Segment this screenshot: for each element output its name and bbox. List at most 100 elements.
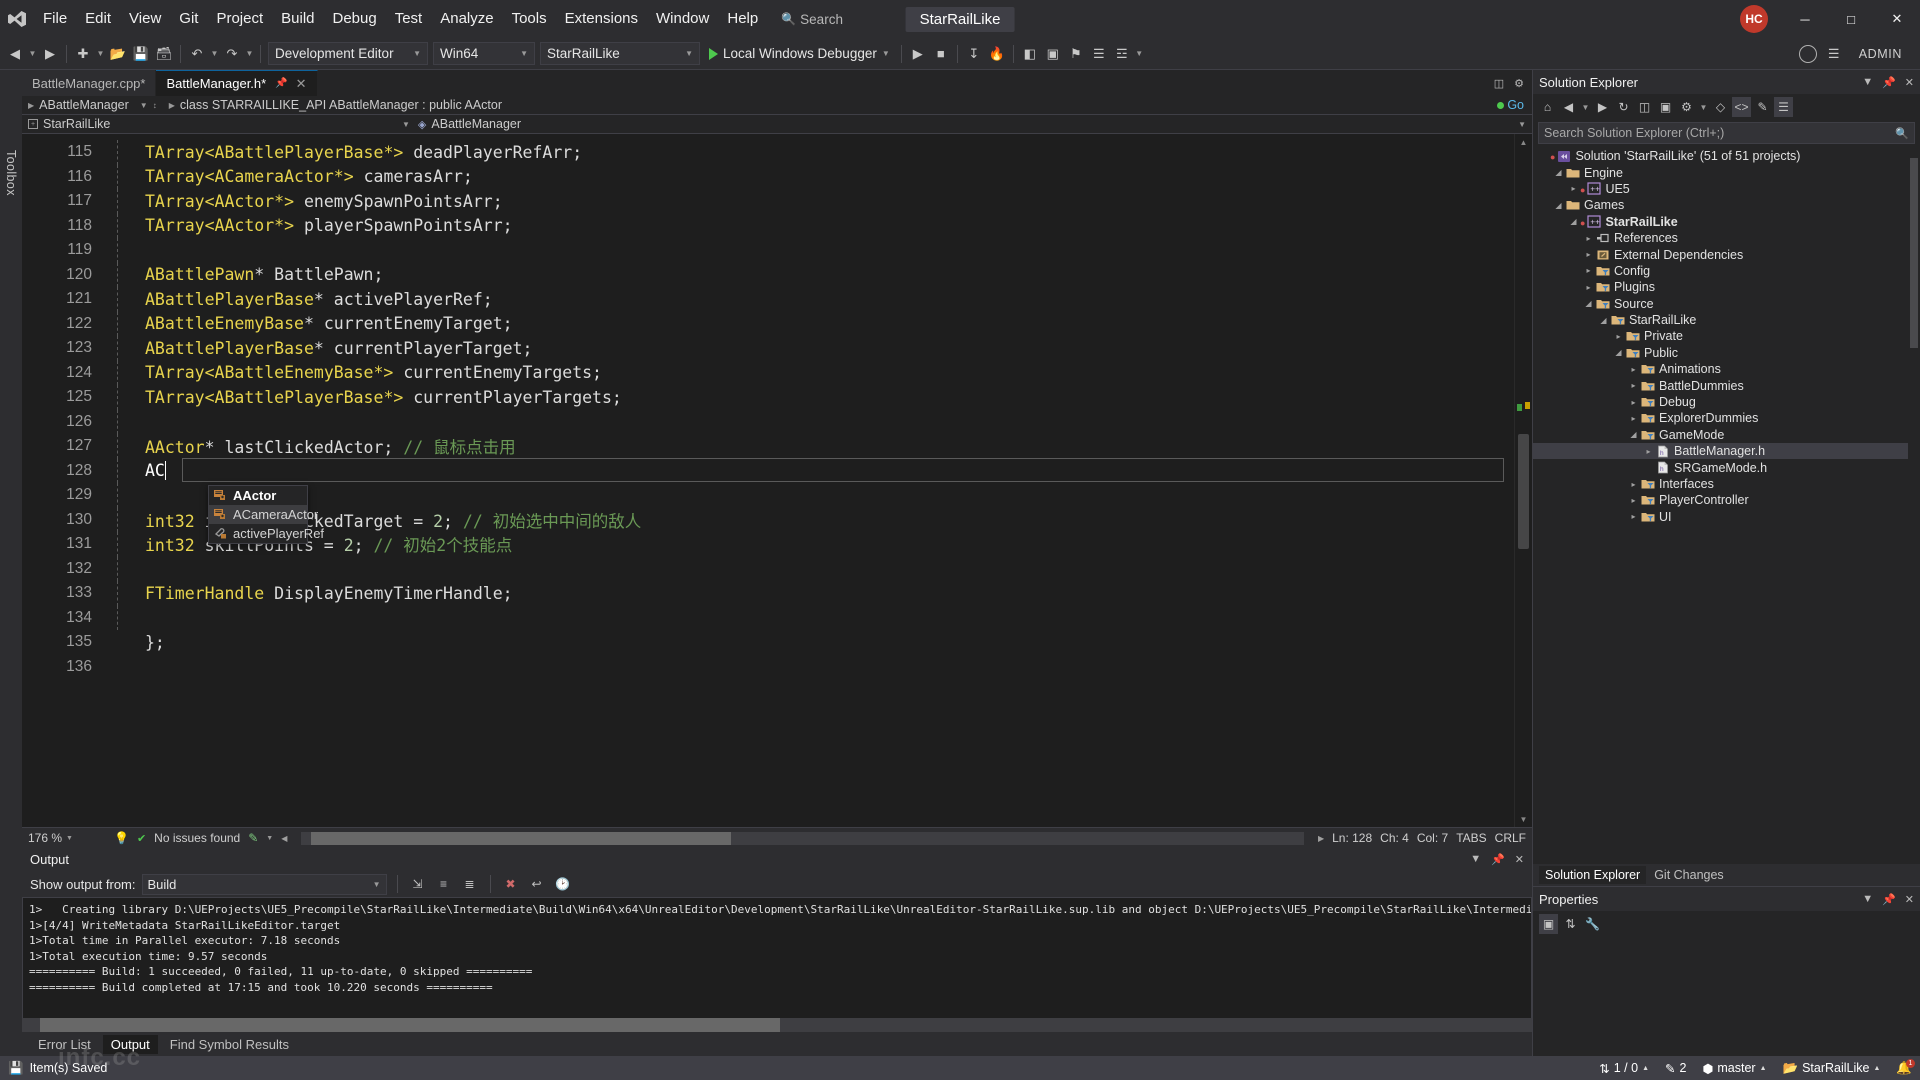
solution-platform-dropdown[interactable]: Win64 ▼ [433,42,535,65]
menu-file[interactable]: File [34,0,76,38]
menu-debug[interactable]: Debug [324,0,386,38]
feedback-icon[interactable] [1798,44,1817,63]
expanded-arrow-icon[interactable]: ◢ [1627,430,1640,439]
maximize-button[interactable]: □ [1828,0,1874,38]
chevron-down-icon[interactable]: ▼ [1862,76,1873,89]
chevron-down-icon[interactable]: ▼ [402,120,410,129]
menu-git[interactable]: Git [170,0,207,38]
zoom-level-dropdown[interactable]: 176 % ▼ [28,831,106,845]
solution-tree-item[interactable]: ◢ Public [1533,345,1920,361]
pin-icon[interactable]: 📌 [1882,893,1896,906]
solution-tree-item[interactable]: ▸ Private [1533,328,1920,344]
nav-symbol-right[interactable]: ▶ class STARRAILLIKE_API ABattleManager … [163,98,1498,112]
search-solution-explorer-input[interactable]: Search Solution Explorer (Ctrl+;) 🔍 [1538,122,1915,144]
solution-tree-item[interactable]: ▸ External Dependencies [1533,246,1920,262]
solution-explorer-vscrollbar[interactable] [1908,148,1920,864]
uncomment-icon[interactable]: ☲ [1111,42,1133,66]
solution-vscrollbar-thumb[interactable] [1910,158,1918,348]
save-icon[interactable]: 💾 [130,42,152,66]
save-all-icon[interactable]: 🗃 [153,42,175,66]
open-file-icon[interactable]: 📂 [107,42,129,66]
tab-output[interactable]: Output [102,1034,158,1054]
menu-extensions[interactable]: Extensions [556,0,647,38]
close-icon[interactable]: ✕ [1905,893,1914,906]
branch-selector[interactable]: ⬢ master ▲ [1702,1061,1766,1076]
go-button[interactable]: Go [1497,98,1532,112]
filter-icon[interactable]: ☰ [1774,97,1793,117]
nav-symbol-left[interactable]: ▶ ABattleManager ▼ ↕ [22,98,163,112]
solution-tree-item[interactable]: ▸ Animations [1533,361,1920,377]
solution-tree-item[interactable]: ◢ Engine [1533,164,1920,180]
output-source-dropdown[interactable]: Build ▼ [141,873,387,895]
chevron-down-icon[interactable]: ▼ [1862,893,1873,906]
step-icon[interactable]: ↧ [963,42,985,66]
collapsed-arrow-icon[interactable]: ▸ [1627,398,1640,407]
go-to-next-icon[interactable]: ≣ [460,874,480,894]
solution-tree-item[interactable]: ▸ UI [1533,509,1920,525]
expanded-arrow-icon[interactable]: ◢ [1582,299,1595,308]
menu-project[interactable]: Project [207,0,272,38]
new-item-dropdown-icon[interactable]: ▼ [95,49,106,58]
source-control-sync[interactable]: ⇅ 1 / 0 ▲ [1599,1061,1649,1076]
editor-horizontal-scrollbar[interactable] [301,831,1304,845]
properties-icon[interactable]: ⚙ [1677,97,1696,117]
hscroll-right-icon[interactable]: ▶ [1318,834,1324,843]
hscrollbar-thumb[interactable] [311,831,732,845]
pin-icon[interactable]: 📌 [275,78,287,89]
intellisense-item[interactable]: activePlayerRef [209,524,324,543]
close-button[interactable]: ✕ [1874,0,1920,38]
attach-icon[interactable]: ▶ [907,42,929,66]
undo-icon[interactable]: ↶ [186,42,208,66]
collapsed-arrow-icon[interactable]: ▸ [1627,365,1640,374]
go-to-previous-icon[interactable]: ≡ [434,874,454,894]
undo-dropdown-icon[interactable]: ▼ [209,49,220,58]
chevron-down-icon[interactable]: ▼ [1470,853,1481,866]
notifications-icon[interactable]: ☰ [1823,42,1845,66]
filter-icon[interactable]: ✎ [248,831,258,845]
solution-tree-item[interactable]: ▸ Debug [1533,394,1920,410]
solution-explorer-tree[interactable]: ● Solution 'StarRailLike' (51 of 51 proje… [1533,148,1920,864]
solution-tree-item[interactable]: ● Solution 'StarRailLike' (51 of 51 proje… [1533,148,1920,164]
close-icon[interactable]: ✕ [1515,853,1524,866]
find-message-icon[interactable]: ⇲ [408,874,428,894]
menu-analyze[interactable]: Analyze [431,0,502,38]
categorized-icon[interactable]: ▣ [1539,913,1558,934]
startup-project-dropdown[interactable]: StarRailLike ▼ [540,42,700,65]
forward-icon[interactable]: ▶ [39,42,61,66]
menu-view[interactable]: View [120,0,170,38]
menu-build[interactable]: Build [272,0,323,38]
tab-find-symbol-results[interactable]: Find Symbol Results [162,1035,297,1054]
code-view-icon[interactable]: <> [1732,97,1751,117]
solution-tree-item[interactable]: ◢ ● ++ StarRailLike [1533,214,1920,230]
breadcrumb-project[interactable]: + StarRailLike [22,117,402,131]
solution-tree-item[interactable]: ▸ References [1533,230,1920,246]
avatar[interactable]: HC [1740,5,1768,33]
view-dropdown-icon[interactable]: ▼ [1698,103,1709,112]
chevron-updown-icon[interactable]: ↕ [153,101,157,110]
show-all-files-icon[interactable]: ▣ [1656,97,1675,117]
collapsed-arrow-icon[interactable]: ▸ [1642,447,1655,456]
bookmark-icon[interactable]: ⚑ [1065,42,1087,66]
intellisense-popup[interactable]: AActor ACameraActor activePlayerRef [208,484,324,544]
toolbox-rail[interactable]: Toolbox [0,70,22,1056]
expanded-arrow-icon[interactable]: ◢ [1597,316,1610,325]
redo-icon[interactable]: ↷ [221,42,243,66]
code-surface[interactable]: 115 TArray<ABattlePlayerBase*> deadPlayer… [22,134,1514,827]
split-view-icon[interactable]: ◫ [1494,77,1504,90]
back-icon[interactable]: ◀ [1559,97,1578,117]
back-dropdown-icon[interactable]: ▼ [1580,103,1591,112]
solution-tree-item[interactable]: ▸ PlayerController [1533,492,1920,508]
collapsed-arrow-icon[interactable]: ▸ [1567,184,1580,193]
menu-tools[interactable]: Tools [503,0,556,38]
solution-tree-item[interactable]: ◢ Games [1533,197,1920,213]
solution-tree-item[interactable]: ▸ Config [1533,263,1920,279]
stop-icon[interactable]: ■ [930,42,952,66]
pin-icon[interactable]: 📌 [1882,76,1896,89]
collapsed-arrow-icon[interactable]: ▸ [1582,250,1595,259]
solution-tree-item[interactable]: h SRGameMode.h [1533,459,1920,475]
preview-selected-icon[interactable]: ◇ [1711,97,1730,117]
intellisense-item[interactable]: AActor [209,486,307,505]
repository-selector[interactable]: 📂 StarRailLike ▲ [1783,1061,1881,1076]
start-debugging-button[interactable]: Local Windows Debugger ▼ [703,42,896,66]
tab-solution-explorer[interactable]: Solution Explorer [1539,866,1647,884]
